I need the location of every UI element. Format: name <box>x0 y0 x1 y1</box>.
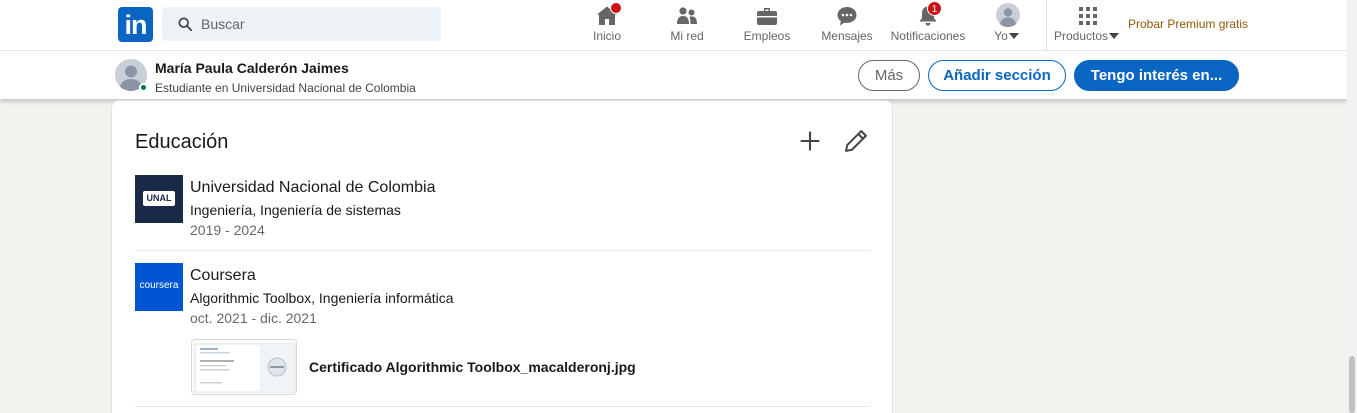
certificate-thumbnail[interactable] <box>191 339 297 395</box>
search-box[interactable] <box>162 7 441 41</box>
add-section-button[interactable]: Añadir sección <box>928 60 1066 91</box>
nav-divider <box>1046 0 1047 51</box>
edit-pencil-icon[interactable] <box>842 127 870 155</box>
notification-count-badge: 1 <box>927 1 942 16</box>
premium-trial-link[interactable]: Probar Premium gratis <box>1128 17 1248 31</box>
nav-item-empleos[interactable]: Empleos <box>740 0 794 51</box>
section-title: Educación <box>135 131 229 153</box>
profile-name: María Paula Calderón Jaimes <box>155 60 349 76</box>
notification-dot <box>610 2 622 14</box>
chevron-down-icon <box>1009 33 1019 39</box>
degree-text: Ingeniería, Ingeniería de sistemas <box>190 202 401 218</box>
briefcase-icon <box>757 8 777 25</box>
entry-divider <box>135 406 870 407</box>
date-range: oct. 2021 - dic. 2021 <box>190 310 317 326</box>
nav-item-mi-red[interactable]: Mi red <box>662 0 712 51</box>
nav-item-inicio[interactable]: Inicio <box>583 0 631 51</box>
scrollbar-thumb[interactable] <box>1349 356 1355 413</box>
school-name[interactable]: Universidad Nacional de Colombia <box>190 179 435 197</box>
degree-text: Algorithmic Toolbox, Ingeniería informát… <box>190 290 454 306</box>
entry-divider <box>135 250 870 251</box>
certificate-title[interactable]: Certificado Algorithmic Toolbox_macalder… <box>309 359 636 375</box>
logo-text: coursera <box>139 280 179 291</box>
nav-item-label: Inicio <box>592 29 621 43</box>
top-navigation-bar: in Inicio Mi red Empleos <box>0 0 1347 51</box>
nav-item-label: Mensajes <box>821 29 873 43</box>
logo-text: UNAL <box>146 193 172 203</box>
chat-icon <box>837 7 857 26</box>
certificate-image-icon <box>194 343 296 393</box>
nav-item-label: Mi red <box>670 29 704 43</box>
unal-logo[interactable]: UNAL <box>135 175 183 223</box>
nav-item-yo[interactable]: Yo <box>988 0 1028 51</box>
search-icon <box>178 17 192 31</box>
nav-item-mensajes[interactable]: Mensajes <box>820 0 874 51</box>
avatar-icon <box>996 3 1020 27</box>
coursera-logo[interactable]: coursera <box>135 263 183 311</box>
page-scrollbar[interactable] <box>1347 0 1357 413</box>
nav-item-notificaciones[interactable]: 1 Notificaciones <box>889 0 967 51</box>
sticky-profile-bar: María Paula Calderón Jaimes Estudiante e… <box>0 51 1347 99</box>
school-name[interactable]: Coursera <box>190 267 256 285</box>
add-icon[interactable] <box>796 127 824 155</box>
people-icon <box>677 7 697 24</box>
grid-icon <box>1079 7 1097 25</box>
nav-item-label: Notificaciones <box>890 29 966 43</box>
open-to-button[interactable]: Tengo interés en... <box>1074 60 1239 91</box>
linkedin-logo[interactable]: in <box>118 7 153 42</box>
nav-item-productos[interactable]: Productos <box>1052 0 1122 51</box>
nav-item-label: Yo <box>994 29 1008 43</box>
education-section: Educación UNAL Universidad Nacional de C… <box>111 100 893 413</box>
profile-headline: Estudiante en Universidad Nacional de Co… <box>155 81 416 95</box>
online-status-dot <box>139 83 148 92</box>
date-range: 2019 - 2024 <box>190 222 265 238</box>
more-button[interactable]: Más <box>858 60 920 91</box>
chevron-down-icon <box>1109 33 1119 39</box>
nav-item-label: Empleos <box>743 29 791 43</box>
search-input[interactable] <box>201 7 431 41</box>
